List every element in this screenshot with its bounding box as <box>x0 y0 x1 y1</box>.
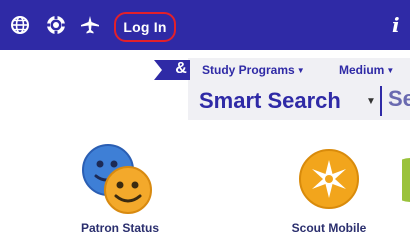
compass-star-icon[interactable] <box>298 148 360 210</box>
tile-label-patron-status[interactable]: Patron Status <box>72 221 168 235</box>
globe-icon[interactable] <box>6 11 34 39</box>
tab-study-programs[interactable]: Study Programs ▼ <box>202 60 305 80</box>
login-label: Log In <box>123 19 167 35</box>
search-mode-label[interactable]: Smart Search <box>199 88 341 114</box>
search-divider <box>380 86 382 116</box>
brand-mark: & <box>175 60 187 77</box>
chevron-down-icon: ▼ <box>296 65 305 75</box>
partial-tile-icon[interactable] <box>402 158 410 202</box>
search-mode-dropdown-icon[interactable]: ▼ <box>366 96 376 107</box>
tab-label: Study Programs <box>202 63 295 77</box>
tab-label: Medium <box>339 63 385 77</box>
airplane-icon[interactable] <box>76 11 104 39</box>
tile-label-scout-mobile[interactable]: Scout Mobile <box>283 221 375 235</box>
top-nav-bar: Log In i <box>0 0 410 50</box>
gear-badge-icon[interactable] <box>42 11 70 39</box>
smiley-faces-icon[interactable] <box>78 140 158 220</box>
tab-medium[interactable]: Medium ▼ <box>339 60 394 80</box>
search-input[interactable]: Se <box>388 86 410 116</box>
info-icon[interactable]: i <box>392 11 410 39</box>
login-button[interactable]: Log In <box>114 12 176 42</box>
chevron-down-icon: ▼ <box>386 65 395 75</box>
